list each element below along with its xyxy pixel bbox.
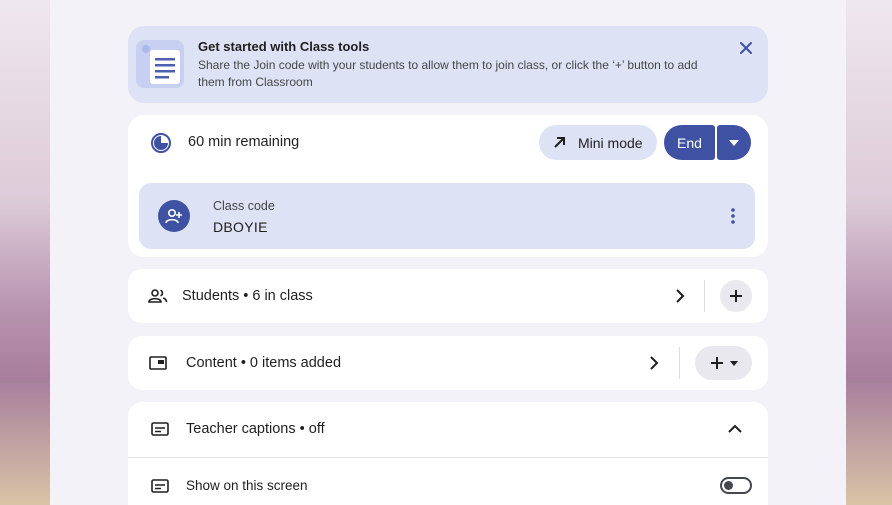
get-started-banner: Get started with Class tools Share the J…	[128, 26, 768, 103]
plus-icon	[710, 357, 723, 369]
chevron-up-icon[interactable]	[725, 419, 745, 439]
content-row[interactable]: Content • 0 items added	[128, 336, 768, 390]
class-tools-panel: Get started with Class tools Share the J…	[50, 0, 846, 505]
captions-icon	[150, 476, 170, 496]
caret-down-icon	[729, 360, 738, 366]
end-button[interactable]: End	[664, 125, 715, 160]
chevron-right-icon[interactable]	[670, 286, 690, 306]
show-on-screen-label: Show on this screen	[186, 478, 308, 493]
teacher-captions-card: Teacher captions • off Show on this scre…	[128, 402, 768, 505]
end-options-dropdown[interactable]	[717, 125, 751, 160]
class-code-card: Class code DBOYIE	[139, 183, 755, 249]
teacher-captions-label: Teacher captions • off	[186, 421, 325, 437]
add-person-icon	[158, 200, 190, 232]
students-label: Students • 6 in class	[182, 288, 313, 304]
background-left	[0, 0, 50, 505]
class-tools-illustration-icon	[136, 40, 184, 88]
content-label: Content • 0 items added	[186, 355, 342, 371]
plus-icon	[730, 290, 742, 302]
show-on-screen-toggle[interactable]	[720, 477, 752, 494]
time-remaining: 60 min remaining	[188, 134, 300, 150]
divider	[679, 347, 680, 379]
divider	[128, 457, 768, 458]
add-students-button[interactable]	[720, 280, 752, 312]
divider	[704, 280, 705, 312]
banner-title: Get started with Class tools	[198, 39, 370, 54]
captions-icon	[150, 419, 170, 439]
class-code-label: Class code	[213, 199, 275, 213]
toggle-knob	[724, 481, 733, 490]
class-code-value: DBOYIE	[213, 219, 268, 235]
timer-icon	[150, 132, 172, 154]
chevron-right-icon[interactable]	[644, 353, 664, 373]
mini-mode-button[interactable]: Mini mode	[539, 125, 657, 160]
caret-down-icon	[729, 139, 739, 146]
add-content-button[interactable]	[695, 346, 752, 380]
background-right	[846, 0, 892, 505]
arrow-up-right-icon	[554, 137, 565, 148]
people-icon	[148, 286, 168, 306]
mini-mode-label: Mini mode	[578, 134, 643, 151]
session-card: 60 min remaining Mini mode End Class cod…	[128, 115, 768, 257]
banner-description: Share the Join code with your students t…	[198, 58, 698, 89]
students-row[interactable]: Students • 6 in class	[128, 269, 768, 323]
close-icon[interactable]	[734, 36, 758, 60]
more-vert-icon[interactable]	[725, 204, 741, 228]
content-window-icon	[148, 353, 168, 373]
